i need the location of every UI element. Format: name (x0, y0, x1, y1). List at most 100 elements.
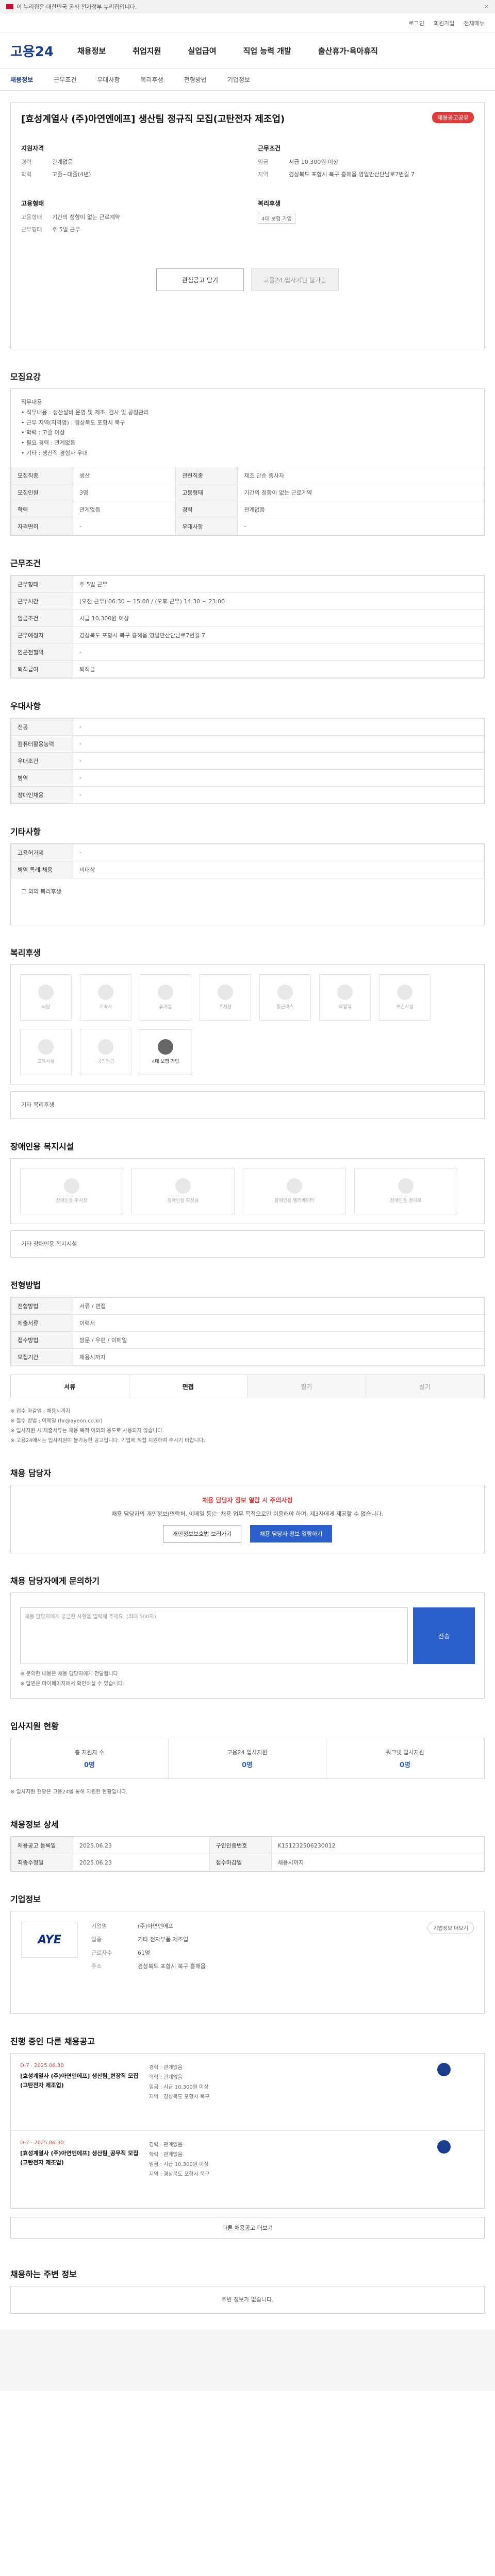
near-note: 주변 정보가 없습니다. (221, 2296, 274, 2303)
flag-icon (6, 4, 13, 9)
welfare-label: 4대 보험 가입 (152, 1059, 179, 1065)
welfare-item: 국민연금 (80, 1028, 131, 1075)
step-practical: 실기 (366, 1375, 484, 1398)
view-contact-button[interactable]: 채용 담당자 정보 열람하기 (250, 1525, 333, 1543)
stat-value: 0명 (84, 1761, 95, 1769)
tab-recruit[interactable]: 채용정보 (10, 75, 33, 84)
table-key: 자격면허 (11, 517, 73, 535)
welfare-item: 보건시설 (379, 974, 431, 1021)
table-key: 병역 (11, 769, 73, 787)
bookmark-icon[interactable] (437, 2063, 451, 2077)
all-menu-link[interactable]: 전체메뉴 (464, 19, 485, 27)
tab-preference[interactable]: 우대사항 (97, 75, 120, 84)
table-value: 생산 (72, 466, 176, 484)
table-key: 모집기간 (11, 1348, 73, 1366)
nav-item-leave[interactable]: 출산휴가·육아휴직 (318, 45, 378, 56)
signup-link[interactable]: 회원가입 (434, 19, 454, 27)
table-value: - (73, 843, 484, 861)
gov-banner-text: 이 누리집은 대한민국 공식 전자정부 누리집입니다. (16, 4, 137, 10)
table-row: 장애인채용 - (11, 786, 484, 804)
deadline: D-7 · 2025.06.30 (20, 2140, 64, 2146)
disability-label: 장애인용 경사로 (390, 1198, 422, 1204)
condition-label: 근무조건 (258, 145, 281, 152)
welfare-icons: 식당 기숙사 휴게실 주차장 통근버스 작업복 보건시설 교육시설 국민연금 4… (10, 964, 485, 1085)
region-key: 지역 (258, 171, 269, 178)
table-row: 병역 특례 채용 비대상 (11, 860, 484, 878)
share-button[interactable]: 채용공고공유 (432, 112, 474, 123)
nav-item-benefit[interactable]: 실업급여 (188, 45, 216, 56)
desc-line: • 근무 지역(지역명) : 경상북도 포항시 북구 (21, 419, 125, 426)
footer (0, 2329, 495, 2392)
table-key: 관련직종 (175, 466, 238, 484)
section-title-company: 기업정보 (10, 1894, 41, 1905)
section-title-qa: 채용 담당자에게 문의하기 (10, 1576, 100, 1586)
other-job-title[interactable]: [효성계열사 (주)아연엔에프] 생산팀_공무직 모집(고탄전자 제조업) (20, 2149, 139, 2167)
table-key: 모집인원 (11, 483, 73, 501)
nav-item-training[interactable]: 직업 능력 개발 (243, 45, 291, 56)
table-key: 최종수정일 (11, 1854, 73, 1872)
welfare-label: 국민연금 (97, 1059, 114, 1065)
qa-box: 채용 담당자에게 궁금한 사항을 입력해 주세요. (최대 500자) 전송 ※… (10, 1592, 485, 1699)
page: 이 누리집은 대한민국 공식 전자정부 누리집입니다. ✕ 로그인 회원가입 전… (0, 0, 495, 2392)
table-value: - (73, 752, 484, 770)
apply-button[interactable]: 고용24 입사지원 불가능 (251, 268, 339, 291)
welfare-item: 기숙사 (80, 974, 131, 1021)
company-logo: AYE (21, 1922, 78, 1958)
table-row: 근무시간 (오전 근무) 06:30 ~ 15:00 / (오후 근무) 14:3… (11, 592, 484, 610)
desc-line: 직무내용 (21, 399, 42, 405)
more-jobs-button[interactable]: 다른 채용공고 더보기 (10, 2217, 485, 2239)
welfare-label: 통근버스 (276, 1005, 294, 1010)
login-link[interactable]: 로그인 (409, 19, 424, 27)
privacy-law-button[interactable]: 개인정보보호법 보러가기 (162, 1525, 242, 1543)
tab-company[interactable]: 기업정보 (227, 75, 250, 84)
disability-label: 장애인용 화장실 (167, 1198, 199, 1204)
career-key: 경력 (21, 159, 32, 165)
table-row: 접수방법 방문 / 우편 / 이메일 (11, 1331, 484, 1349)
table-value: 비대상 (73, 860, 484, 878)
table-key: 병역 특례 채용 (11, 860, 73, 878)
benefit-tag: 4대 보험 가입 (258, 213, 295, 224)
section-title-stats: 입사지원 현황 (10, 1721, 59, 1732)
list-item[interactable]: D-7 · 2025.06.30 [효성계열사 (주)아연엔에프] 생산팀_공무직… (11, 2131, 484, 2209)
other-job-title[interactable]: [효성계열사 (주)아연엔에프] 생산팀_현장직 모집(고탄전자 제조업) (20, 2072, 139, 2090)
lounge-icon (158, 985, 173, 1001)
stat-note: ※ 입사지원 현황은 고용24를 통해 지원한 현황입니다. (10, 1789, 128, 1795)
table-key: 고용허가제 (11, 843, 73, 861)
stat-label: 고용24 입사지원 (227, 1749, 268, 1756)
tab-welfare[interactable]: 복리후생 (141, 75, 163, 84)
qa-input[interactable]: 채용 담당자에게 궁금한 사항을 입력해 주세요. (최대 500자) (20, 1607, 408, 1665)
table-key: 근무시간 (11, 592, 73, 610)
nav-item-support[interactable]: 취업지원 (133, 45, 161, 56)
section-title-near: 채용하는 주변 정보 (10, 2269, 77, 2280)
work-type-key: 근무형태 (21, 226, 42, 233)
table-row: 모집인원 3명 고용형태 기간의 정함이 없는 근로계약 (11, 483, 484, 501)
method-box: 전형방법 서류 / 면접 제출서류 이력서 접수방법 방문 / 우편 / 이메일 모집… (10, 1297, 485, 1367)
health-icon (397, 985, 412, 1001)
table-value: 채용시까지 (73, 1348, 484, 1366)
site-logo[interactable]: 고용24 (10, 41, 67, 60)
company-more-button[interactable]: 기업정보 더보기 (427, 1922, 474, 1935)
table-key: 근무형태 (11, 575, 73, 593)
bookmark-icon[interactable] (437, 2140, 451, 2154)
table-row: 채용공고 등록일 2025.06.23 구인인증번호 K151232506230012 (11, 1837, 484, 1855)
list-item[interactable]: D-7 · 2025.06.30 [효성계열사 (주)아연엔에프] 생산팀_현장직… (11, 2054, 484, 2131)
save-job-button[interactable]: 관심공고 담기 (156, 268, 244, 291)
welfare-label: 작업복 (338, 1005, 352, 1010)
stat-value: 0명 (399, 1761, 410, 1769)
tab-conditions[interactable]: 근무조건 (54, 75, 76, 84)
dormitory-icon (98, 985, 113, 1001)
nav-item-jobs[interactable]: 채용정보 (77, 45, 106, 56)
welfare-label: 휴게실 (159, 1005, 172, 1010)
desc-line: • 직무내용 : 생산설비 운영 및 제조, 검사 및 공정관리 (21, 409, 149, 416)
qa-send-button[interactable]: 전송 (413, 1607, 475, 1665)
tab-method[interactable]: 전형방법 (184, 75, 207, 84)
education-key: 학력 (21, 171, 32, 178)
company-key: 주소 (91, 1963, 102, 1970)
company-value: (주)아연엔에프 (138, 1923, 174, 1930)
table-key: 우대사항 (175, 517, 238, 535)
meta-line: 경력 : 관계없음 (149, 2142, 183, 2148)
note-line: ※ 접수 마감일 : 채용시까지 (10, 1409, 71, 1415)
welfare-note-box: 기타 복리후생 (10, 1091, 485, 1119)
step-document: 서류 (11, 1375, 129, 1398)
close-icon[interactable]: ✕ (484, 4, 489, 10)
